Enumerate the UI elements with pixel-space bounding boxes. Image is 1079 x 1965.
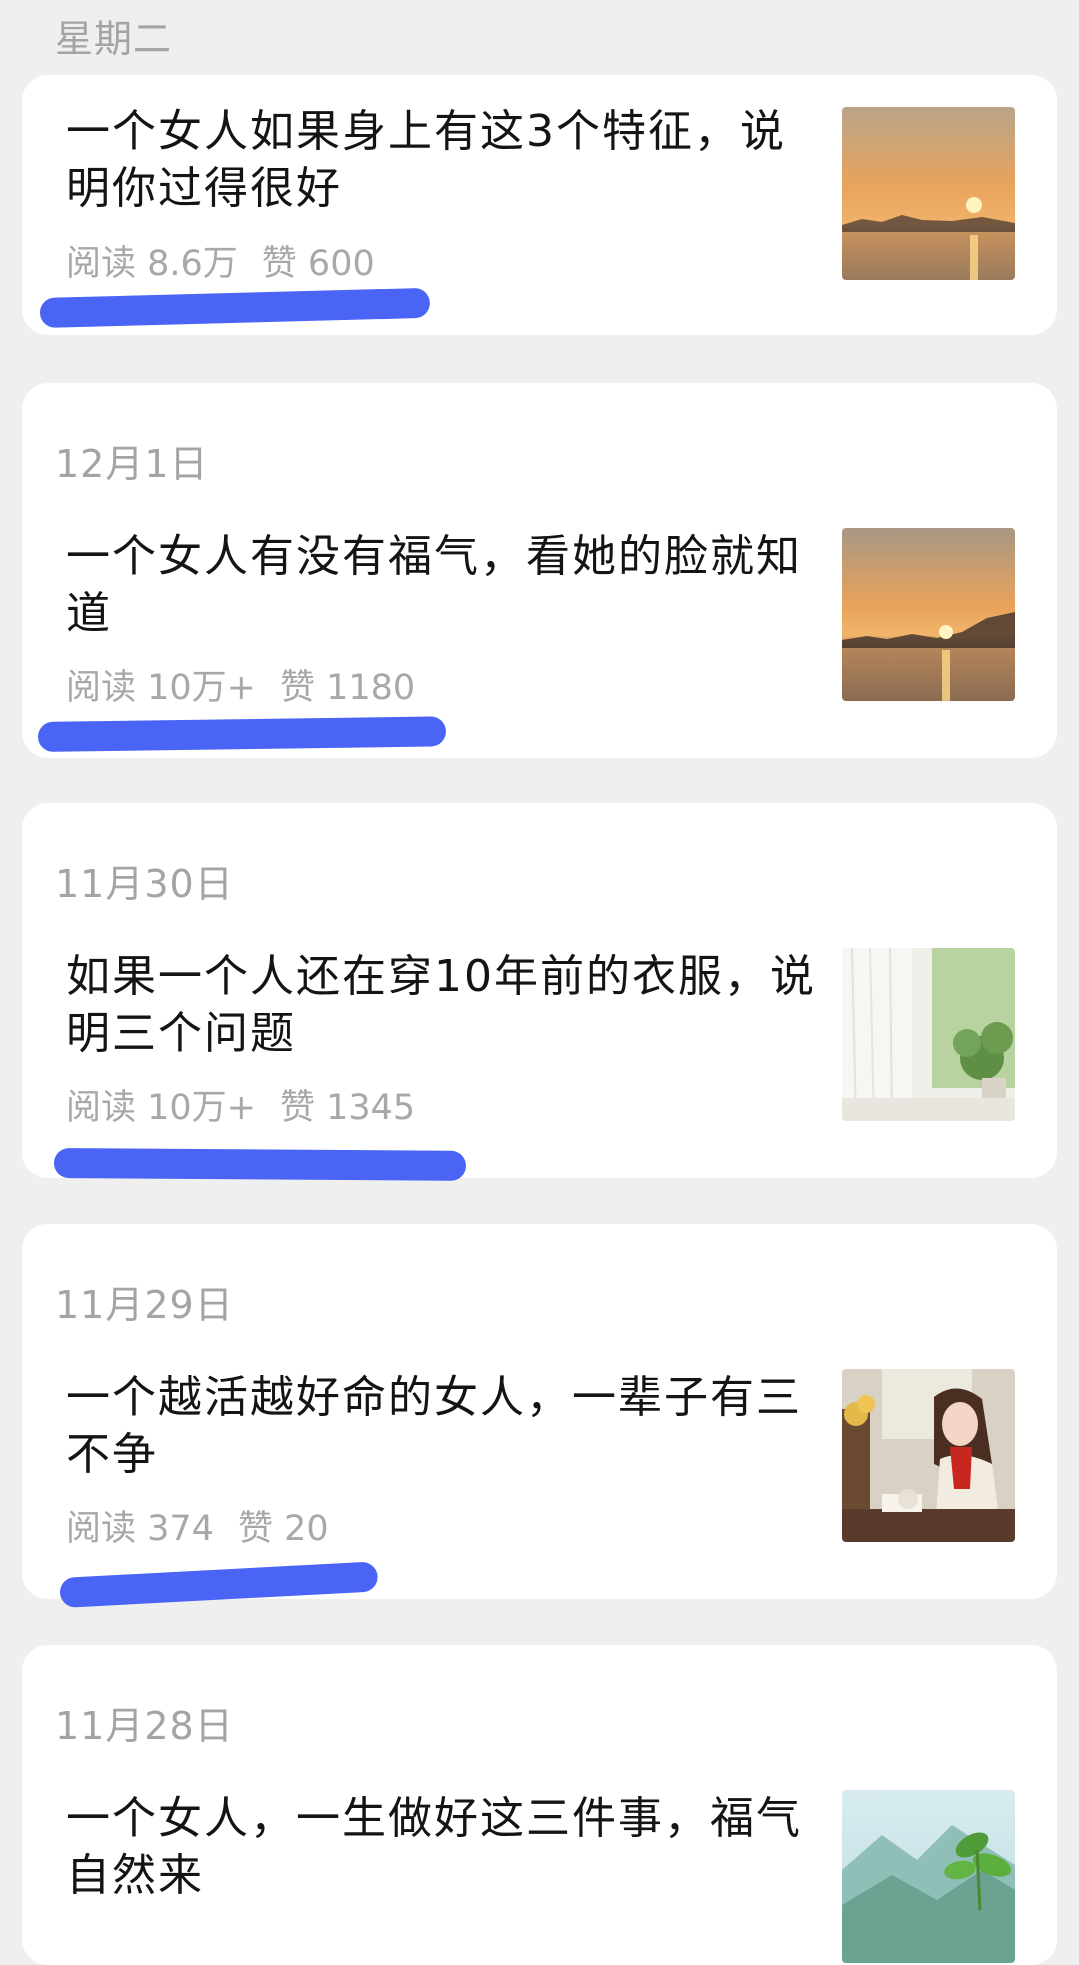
article-stats: 阅读 10万+ 赞 1180 bbox=[66, 659, 439, 710]
sunset-image bbox=[842, 528, 1015, 701]
read-count: 阅读 374 bbox=[66, 1509, 214, 1549]
highlight-underline bbox=[53, 1148, 467, 1181]
article-card[interactable]: 11月28日 一个女人，一生做好这三件事，福气自然来 bbox=[22, 1645, 1057, 1965]
article-thumbnail[interactable] bbox=[842, 1369, 1015, 1542]
article-title[interactable]: 一个女人有没有福气，看她的脸就知道 bbox=[66, 528, 826, 642]
like-count: 赞 1345 bbox=[280, 1088, 416, 1128]
article-date: 11月29日 bbox=[55, 1283, 234, 1327]
sunset-image bbox=[842, 107, 1015, 280]
article-stats: 阅读 374 赞 20 bbox=[66, 1500, 353, 1551]
read-count: 阅读 10万+ bbox=[66, 668, 256, 708]
like-count: 赞 1180 bbox=[280, 668, 416, 708]
woman-reading-image bbox=[842, 1369, 1015, 1542]
article-title[interactable]: 一个越活越好命的女人，一辈子有三不争 bbox=[66, 1369, 826, 1483]
article-title[interactable]: 一个女人如果身上有这3个特征，说明你过得很好 bbox=[66, 103, 826, 217]
highlight-underline bbox=[37, 716, 447, 752]
article-thumbnail[interactable] bbox=[842, 1790, 1015, 1963]
article-thumbnail[interactable] bbox=[842, 107, 1015, 280]
read-count: 阅读 10万+ bbox=[66, 1088, 256, 1128]
article-date: 11月28日 bbox=[55, 1704, 234, 1748]
article-date: 12月1日 bbox=[55, 442, 209, 486]
article-thumbnail[interactable] bbox=[842, 528, 1015, 701]
article-title[interactable]: 如果一个人还在穿10年前的衣服，说明三个问题 bbox=[66, 948, 826, 1062]
article-date: 11月30日 bbox=[55, 862, 234, 906]
article-thumbnail[interactable] bbox=[842, 948, 1015, 1121]
article-card[interactable]: 12月1日 一个女人有没有福气，看她的脸就知道 阅读 10万+ 赞 1180 bbox=[22, 383, 1057, 758]
article-card[interactable]: 11月29日 一个越活越好命的女人，一辈子有三不争 阅读 374 赞 20 bbox=[22, 1224, 1057, 1599]
mountain-plant-image bbox=[842, 1790, 1015, 1963]
article-title[interactable]: 一个女人，一生做好这三件事，福气自然来 bbox=[66, 1790, 826, 1904]
window-plant-image bbox=[842, 948, 1015, 1121]
like-count: 赞 600 bbox=[261, 244, 375, 284]
article-stats: 阅读 10万+ 赞 1345 bbox=[66, 1079, 439, 1130]
read-count: 阅读 8.6万 bbox=[66, 244, 238, 284]
article-stats: 阅读 8.6万赞 600 bbox=[66, 235, 399, 286]
top-date-label: 星期二 bbox=[55, 17, 173, 61]
article-card[interactable]: 11月30日 如果一个人还在穿10年前的衣服，说明三个问题 阅读 10万+ 赞 1… bbox=[22, 803, 1057, 1178]
like-count: 赞 20 bbox=[237, 1509, 329, 1549]
